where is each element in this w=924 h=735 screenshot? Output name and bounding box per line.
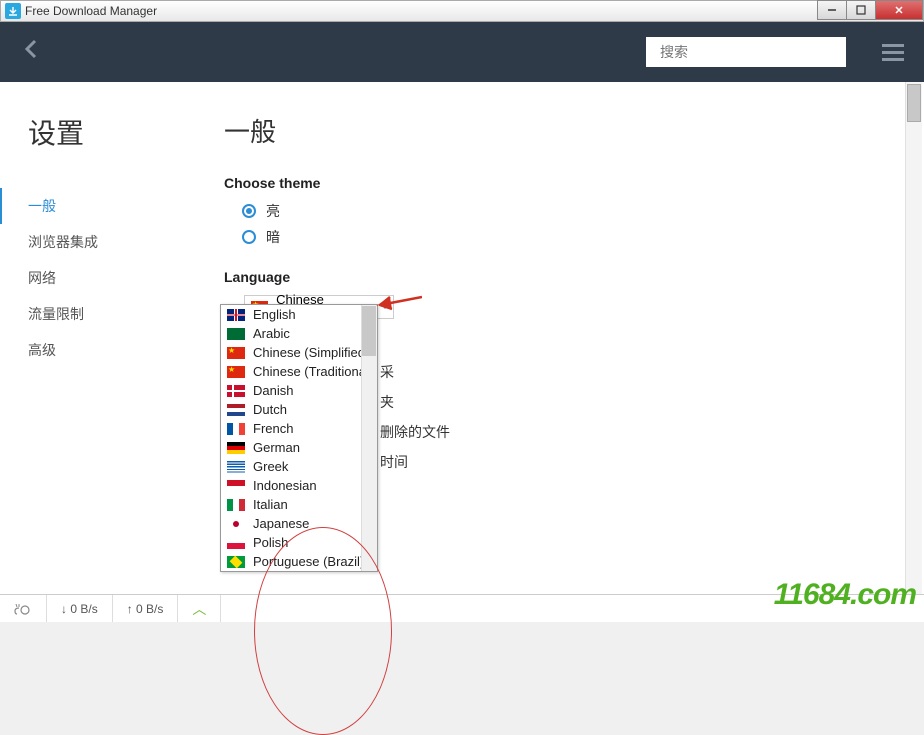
flag-icon [227,347,245,359]
app-icon [5,3,21,19]
settings-sidebar: 设置 一般 浏览器集成 网络 流量限制 高级 [0,82,200,594]
language-option-label: German [253,440,300,455]
annotation-arrow [376,293,422,316]
flag-icon [227,556,245,568]
language-option[interactable]: German [221,438,377,457]
language-option[interactable]: Greek [221,457,377,476]
flag-icon [227,461,245,473]
language-option-label: English [253,307,296,322]
language-option-label: Japanese [253,516,309,531]
occluded-text: 采 [380,362,394,382]
occluded-text: 删除的文件 [380,422,450,442]
theme-dark-option[interactable]: 暗 [242,227,884,247]
radio-unchecked-icon [242,230,256,244]
up-arrow-icon: ↑ [127,602,136,616]
language-option[interactable]: Arabic [221,324,377,343]
language-option[interactable]: Portuguese (Brazil) [221,552,377,571]
flag-icon [227,537,245,549]
sidebar-item-general[interactable]: 一般 [0,188,200,224]
snail-icon [14,602,32,616]
language-option[interactable]: Italian [221,495,377,514]
menu-button[interactable] [876,34,910,71]
flag-icon [227,309,245,321]
radio-checked-icon [242,204,256,218]
flag-icon [227,385,245,397]
down-arrow-icon: ↓ [61,602,70,616]
dropdown-scrollbar[interactable] [361,305,377,571]
theme-dark-label: 暗 [266,227,280,247]
language-option-label: Chinese (Simplified [253,345,365,360]
sidebar-item-advanced[interactable]: 高级 [28,332,200,368]
theme-light-option[interactable]: 亮 [242,201,884,221]
flag-icon [227,328,245,340]
language-option[interactable]: French [221,419,377,438]
close-button[interactable] [875,0,923,20]
page-scrollbar[interactable] [907,84,921,122]
flag-icon [227,499,245,511]
language-option[interactable]: English [221,305,377,324]
snail-mode-button[interactable] [0,595,47,622]
flag-icon [227,366,245,378]
flag-icon [227,480,245,492]
window-title: Free Download Manager [25,4,157,18]
language-option-label: Dutch [253,402,287,417]
language-option-label: Danish [253,383,293,398]
sidebar-item-browser[interactable]: 浏览器集成 [28,224,200,260]
theme-light-label: 亮 [266,201,280,221]
app-header [0,22,924,82]
upload-speed-value: 0 B/s [136,602,163,616]
watermark: 11684.com [774,578,916,612]
language-option[interactable]: Chinese (Traditiona [221,362,377,381]
back-button[interactable] [14,33,48,71]
language-option-label: French [253,421,293,436]
titlebar: Free Download Manager [0,0,924,22]
language-option[interactable]: Chinese (Simplified [221,343,377,362]
language-option[interactable]: Polish [221,533,377,552]
expand-button[interactable]: ︿ [178,595,221,622]
language-option-label: Chinese (Traditiona [253,364,366,379]
settings-main: 一般 Choose theme 亮 暗 Language Chinese (Si… [200,82,924,594]
language-dropdown: English Arabic Chinese (Simplified Chinese … [220,304,378,572]
occluded-text: 夹 [380,392,394,412]
language-option[interactable]: Japanese [221,514,377,533]
flag-icon [227,442,245,454]
search-box[interactable] [646,37,846,67]
sidebar-item-traffic[interactable]: 流量限制 [28,296,200,332]
search-input[interactable] [660,44,841,60]
language-label: Language [224,269,884,285]
flag-icon [227,423,245,435]
scrollbar-thumb[interactable] [362,306,376,356]
upload-speed: ↑ 0 B/s [113,595,179,622]
download-speed-value: 0 B/s [70,602,97,616]
flag-icon [227,518,245,530]
maximize-button[interactable] [846,0,876,20]
chevron-up-icon: ︿ [192,599,206,619]
language-option[interactable]: Danish [221,381,377,400]
theme-label: Choose theme [224,175,884,191]
minimize-button[interactable] [817,0,847,20]
sidebar-item-network[interactable]: 网络 [28,260,200,296]
language-option-label: Greek [253,459,288,474]
download-speed: ↓ 0 B/s [47,595,113,622]
language-option[interactable]: Dutch [221,400,377,419]
language-option-label: Arabic [253,326,290,341]
language-option-label: Indonesian [253,478,317,493]
content-area: 设置 一般 浏览器集成 网络 流量限制 高级 一般 Choose theme 亮… [0,82,924,594]
language-option[interactable]: Indonesian [221,476,377,495]
occluded-text: 时间 [380,452,408,472]
language-option-label: Italian [253,497,288,512]
language-option-label: Polish [253,535,288,550]
page-title: 设置 [28,112,200,152]
flag-icon [227,404,245,416]
language-option-label: Portuguese (Brazil) [253,554,364,569]
section-title: 一般 [224,112,884,149]
